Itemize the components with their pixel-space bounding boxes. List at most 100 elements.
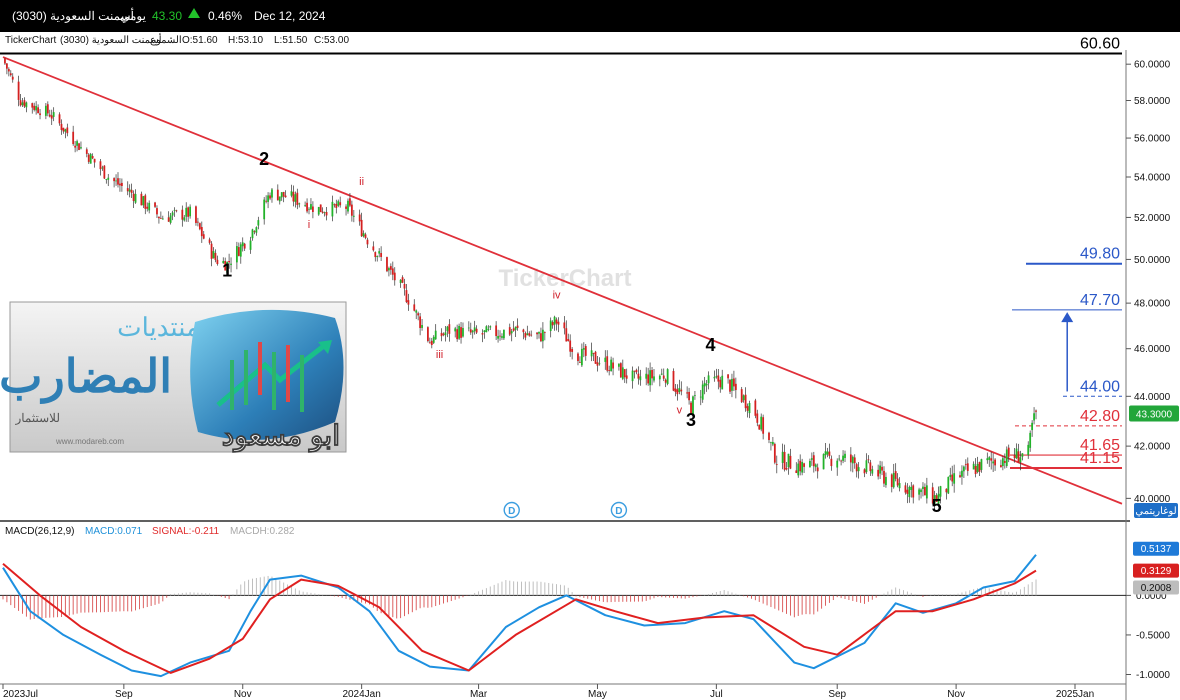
candle-body	[686, 392, 689, 394]
candle-body	[721, 375, 724, 390]
candle-body	[963, 466, 965, 472]
price-tick-label: 52.0000	[1134, 213, 1171, 224]
candle-body	[235, 246, 238, 263]
macd-value-label: 0.5137	[1141, 544, 1172, 555]
candle-body	[9, 73, 12, 76]
candle-body	[674, 388, 677, 392]
candle-body	[621, 367, 624, 379]
candle-body	[631, 370, 634, 382]
candle-body	[569, 340, 572, 352]
dividend-label: D	[615, 506, 622, 517]
candle-body	[241, 242, 244, 247]
candle-body	[705, 383, 708, 386]
current-price-label: 43.3000	[1136, 409, 1173, 420]
candle-body	[639, 376, 642, 381]
candle-body	[713, 376, 716, 379]
candle-body	[883, 470, 885, 484]
candle-body	[592, 353, 595, 354]
candle-body	[132, 193, 135, 201]
candle-body	[310, 204, 312, 210]
candle-body	[187, 207, 190, 217]
candle-body	[319, 204, 322, 213]
candle-body	[633, 370, 636, 372]
candle-body	[430, 340, 433, 346]
candle-body	[892, 472, 895, 488]
candle-body	[208, 239, 211, 243]
candle-body	[853, 457, 856, 464]
candle-body	[701, 384, 704, 400]
candle-body	[898, 483, 901, 489]
wave-label: iii	[436, 349, 443, 361]
candle-body	[541, 329, 544, 342]
candle-body	[140, 193, 143, 206]
candle-body	[105, 179, 108, 180]
candle-body	[393, 272, 396, 281]
level-label: 44.00	[1080, 378, 1120, 395]
candle-body	[563, 322, 566, 329]
candle-body	[37, 107, 39, 114]
candle-body	[189, 206, 192, 217]
candle-body	[58, 114, 61, 124]
candle-body	[610, 359, 613, 372]
candle-body	[380, 253, 383, 258]
time-tick-label: Sep	[828, 689, 846, 700]
candle-body	[64, 129, 67, 132]
candle-body	[896, 478, 899, 486]
logo-line3: للاستثمار	[14, 411, 60, 425]
candle-body	[734, 383, 737, 391]
candle-body	[278, 196, 281, 202]
candle-body	[304, 205, 307, 207]
candle-body	[292, 191, 295, 202]
candle-body	[849, 454, 852, 463]
candle-body	[651, 369, 653, 379]
macd-tick-label: -1.0000	[1136, 670, 1170, 681]
candle-body	[308, 208, 310, 210]
candle-body	[325, 212, 328, 216]
candle-body	[350, 204, 353, 216]
candle-body	[596, 362, 599, 366]
candle-body	[666, 369, 669, 384]
candle-body	[202, 234, 205, 239]
candle-body	[920, 489, 922, 493]
candle-body	[775, 464, 778, 465]
candle-body	[647, 374, 650, 384]
candle-body	[99, 161, 102, 170]
candle-body	[442, 333, 445, 335]
candle-body	[4, 58, 6, 64]
candle-body	[606, 356, 609, 371]
candle-body	[276, 189, 279, 201]
candle-body	[210, 243, 213, 259]
candle-body	[869, 462, 872, 472]
wave-label: v	[677, 404, 683, 416]
candle-body	[448, 324, 451, 334]
candle-body	[294, 194, 297, 202]
candle-body	[134, 193, 137, 203]
candle-body	[66, 127, 69, 134]
candle-body	[487, 328, 490, 330]
candle-body	[237, 247, 240, 256]
candle-body	[580, 348, 583, 366]
candle-body	[120, 182, 123, 186]
chart-area[interactable]: TickerChart منتديات المضارب للاستثمار ww…	[0, 0, 1180, 700]
candle-body	[590, 350, 593, 357]
candle-body	[7, 69, 10, 72]
price-axis: 60.0000 58.0000 56.0000 54.0000 52.0000 50.00…	[1126, 60, 1179, 505]
candle-body	[80, 147, 82, 149]
candle-body	[867, 459, 870, 461]
candle-body	[694, 395, 696, 397]
price-tick-label: 54.0000	[1134, 173, 1171, 184]
candle-body	[419, 316, 422, 329]
candle-body	[216, 259, 219, 264]
candle-body	[362, 233, 365, 237]
candle-body	[46, 104, 49, 114]
candle-body	[389, 266, 392, 270]
candle-body	[678, 387, 681, 393]
logo-line1: منتديات	[117, 312, 200, 342]
time-axis: 2023Jul Sep Nov 2024Jan Mar May Jul Sep Nov 2025J…	[2, 684, 1094, 700]
candle-body	[516, 325, 519, 328]
candle-body	[838, 458, 841, 460]
candle-body	[964, 464, 967, 466]
candle-body	[904, 485, 907, 493]
candle-body	[924, 486, 926, 496]
candle-body	[374, 252, 377, 258]
